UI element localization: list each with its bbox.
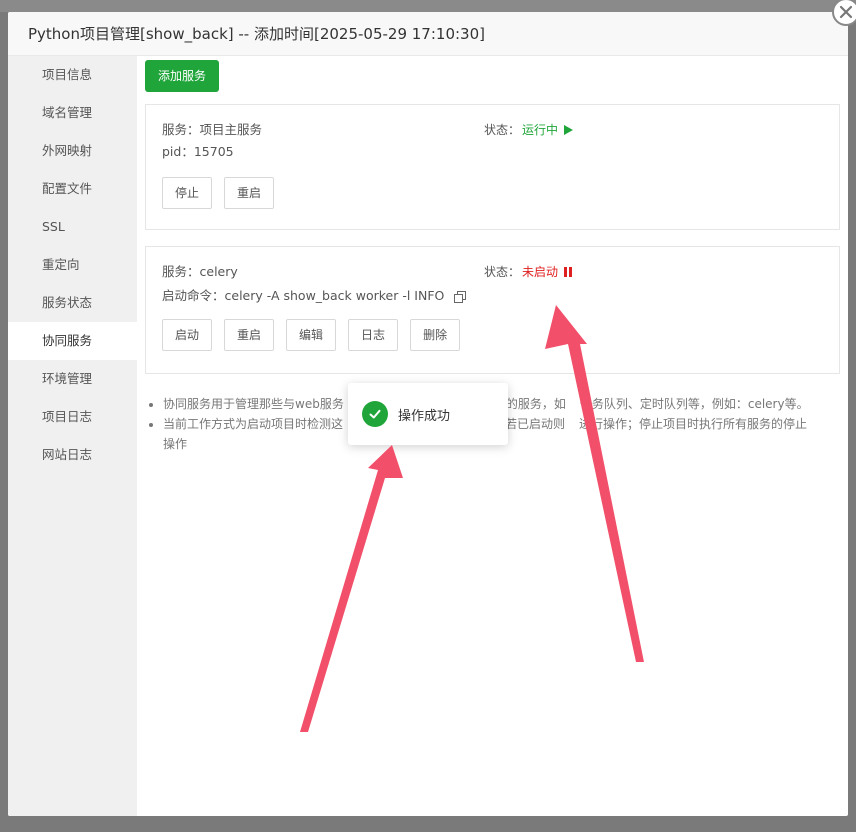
service-command: 启动命令：celery -A show_back worker -l INFO — [162, 285, 823, 307]
copy-icon[interactable] — [454, 290, 467, 303]
service-name-text: 服务：celery — [162, 264, 238, 279]
sidebar-item-service-status[interactable]: 服务状态 — [8, 284, 137, 322]
sidebar-item-project-info[interactable]: 项目信息 — [8, 56, 137, 94]
start-button[interactable]: 启动 — [162, 319, 213, 351]
sidebar-item-collab-service[interactable]: 协同服务 — [8, 322, 137, 360]
service-card-main: 服务：项目主服务 pid：15705 状态： 运行中 停止 重启 — [145, 104, 840, 230]
stop-button[interactable]: 停止 — [162, 177, 213, 209]
tip-text: 任务队列、定时队列等，例如：celery等。 — [579, 397, 809, 411]
status-stopped: 未启动 — [522, 265, 559, 279]
edit-button[interactable]: 编辑 — [286, 319, 337, 351]
overlay-backdrop — [0, 0, 856, 12]
play-icon — [564, 124, 574, 135]
sidebar-item-external-mapping[interactable]: 外网映射 — [8, 132, 137, 170]
sidebar: 项目信息 域名管理 外网映射 配置文件 SSL 重定向 服务状态 协同服务 环境… — [8, 56, 137, 816]
tip-text: 协同服务用于管理那些与web服务 — [163, 397, 344, 411]
status-running: 运行中 — [522, 123, 559, 137]
restart-button[interactable]: 重启 — [224, 319, 275, 351]
tip-text: 当前工作方式为启动项目时检测这 — [163, 417, 344, 431]
service-command-text: 启动命令：celery -A show_back worker -l INFO — [162, 288, 445, 303]
pause-icon — [564, 266, 573, 277]
log-button[interactable]: 日志 — [348, 319, 399, 351]
check-icon — [362, 401, 388, 427]
restart-button[interactable]: 重启 — [224, 177, 275, 209]
service-status: 状态： 未启动 — [484, 263, 574, 280]
status-label: 状态： — [484, 265, 521, 279]
delete-button[interactable]: 删除 — [410, 319, 461, 351]
service-actions: 停止 重启 — [162, 177, 823, 209]
status-label: 状态： — [484, 123, 521, 137]
sidebar-item-domain[interactable]: 域名管理 — [8, 94, 137, 132]
modal-title: Python项目管理[show_back] -- 添加时间[2025-05-29… — [8, 12, 848, 56]
sidebar-item-config-file[interactable]: 配置文件 — [8, 170, 137, 208]
service-status: 状态： 运行中 — [484, 121, 574, 138]
close-button[interactable] — [832, 0, 856, 26]
service-pid: pid：15705 — [162, 144, 234, 159]
close-icon — [839, 5, 853, 19]
tip-text: 操作 — [163, 437, 188, 451]
sidebar-item-redirect[interactable]: 重定向 — [8, 246, 137, 284]
sidebar-item-ssl[interactable]: SSL — [8, 208, 137, 246]
service-actions: 启动 重启 编辑 日志 删除 — [162, 319, 823, 351]
toast-message: 操作成功 — [398, 408, 451, 424]
sidebar-item-site-log[interactable]: 网站日志 — [8, 436, 137, 474]
tip-text: 进行操作；停止项目时执行所有服务的停止 — [579, 417, 808, 431]
success-toast: 操作成功 — [348, 383, 508, 445]
sidebar-item-env[interactable]: 环境管理 — [8, 360, 137, 398]
sidebar-item-project-log[interactable]: 项目日志 — [8, 398, 137, 436]
add-service-button[interactable]: 添加服务 — [145, 60, 220, 92]
service-card-celery: 服务：celery 启动命令：celery -A show_back worke… — [145, 246, 840, 374]
